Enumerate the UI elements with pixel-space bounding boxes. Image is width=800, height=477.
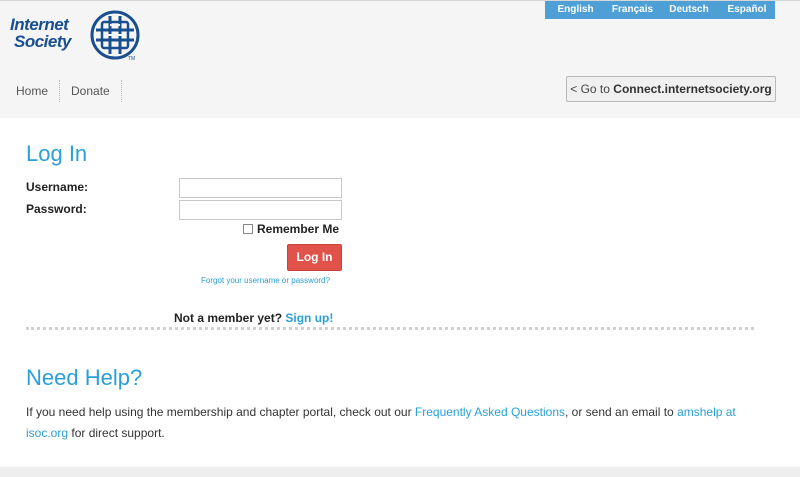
username-input[interactable] bbox=[179, 178, 342, 198]
forgot-credentials-link[interactable]: Forgot your username or password? bbox=[201, 276, 330, 285]
logo-line-2: Society bbox=[14, 32, 71, 51]
help-title: Need Help? bbox=[26, 365, 143, 390]
password-input[interactable] bbox=[179, 200, 342, 220]
login-title: Log In bbox=[26, 141, 88, 166]
login-button[interactable]: Log In bbox=[287, 244, 342, 271]
nav-donate[interactable]: Donate bbox=[60, 80, 122, 102]
internet-society-logo[interactable]: Internet Society TM bbox=[10, 6, 145, 66]
remember-me[interactable]: Remember Me bbox=[243, 222, 339, 236]
help-text-before: If you need help using the membership an… bbox=[26, 405, 415, 419]
globe-logo-icon bbox=[90, 10, 140, 60]
section-divider bbox=[26, 327, 754, 330]
language-english[interactable]: English bbox=[545, 1, 606, 19]
language-francais[interactable]: Français bbox=[606, 1, 659, 19]
password-label: Password: bbox=[26, 202, 87, 216]
logo-line-1: Internet bbox=[10, 15, 69, 34]
username-label: Username: bbox=[26, 180, 89, 194]
site-header: Internet Society TM English Français Deu… bbox=[0, 0, 800, 118]
remember-me-checkbox[interactable] bbox=[243, 224, 253, 234]
connect-button-site: Connect.internetsociety.org bbox=[613, 82, 772, 96]
not-member-text: Not a member yet? bbox=[174, 311, 283, 325]
signup-link[interactable]: Sign up! bbox=[285, 311, 333, 325]
remember-me-label: Remember Me bbox=[257, 222, 340, 236]
help-text: If you need help using the membership an… bbox=[26, 402, 746, 444]
language-bar: English Français Deutsch Español bbox=[545, 1, 775, 19]
language-deutsch[interactable]: Deutsch bbox=[659, 1, 719, 19]
main-nav: Home Donate bbox=[0, 79, 122, 103]
trademark-mark: TM bbox=[128, 56, 136, 62]
faq-link[interactable]: Frequently Asked Questions bbox=[415, 405, 565, 419]
help-text-after: for direct support. bbox=[68, 426, 165, 440]
connect-button-prefix: < Go to bbox=[570, 82, 614, 96]
footer-strip bbox=[0, 467, 800, 477]
language-espanol[interactable]: Español bbox=[719, 1, 775, 19]
nav-home[interactable]: Home bbox=[0, 80, 61, 102]
not-member-prompt: Not a member yet? Sign up! bbox=[174, 311, 333, 325]
logo-wordmark: Internet Society bbox=[10, 16, 71, 50]
help-text-middle: , or send an email to bbox=[565, 405, 678, 419]
go-to-connect-button[interactable]: < Go to Connect.internetsociety.org bbox=[566, 76, 776, 102]
